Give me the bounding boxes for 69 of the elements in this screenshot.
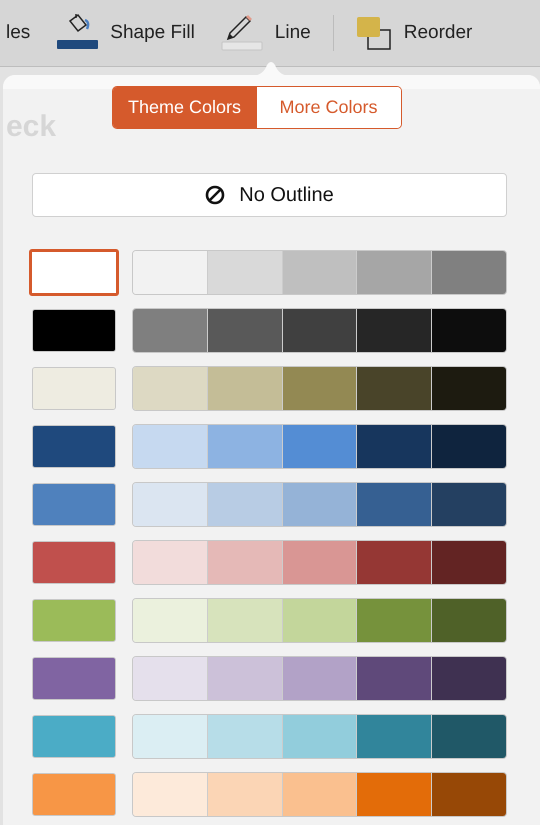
- color-swatch[interactable]: [133, 715, 207, 758]
- color-swatch[interactable]: [356, 657, 432, 700]
- color-swatch[interactable]: [282, 773, 356, 816]
- color-swatch[interactable]: [356, 483, 432, 526]
- color-swatch[interactable]: [282, 309, 356, 352]
- color-swatch[interactable]: [356, 541, 432, 584]
- color-swatch[interactable]: [431, 773, 506, 816]
- reorder-icon: [356, 16, 392, 50]
- color-swatch[interactable]: [431, 541, 506, 584]
- color-swatch[interactable]: [356, 425, 432, 468]
- color-swatch[interactable]: [356, 367, 432, 410]
- color-swatch[interactable]: [356, 773, 432, 816]
- color-swatch[interactable]: [356, 715, 432, 758]
- color-swatch[interactable]: [282, 715, 356, 758]
- color-swatch[interactable]: [431, 309, 506, 352]
- color-swatch[interactable]: [133, 773, 207, 816]
- color-swatch[interactable]: [32, 483, 116, 526]
- color-swatch[interactable]: [356, 309, 432, 352]
- pencil-icon: [220, 13, 263, 53]
- color-swatch[interactable]: [206, 483, 282, 526]
- color-swatch[interactable]: [206, 657, 282, 700]
- color-swatch[interactable]: [32, 773, 116, 816]
- color-swatch[interactable]: [356, 251, 432, 294]
- color-swatch[interactable]: [431, 657, 506, 700]
- color-swatch[interactable]: [32, 715, 116, 758]
- color-swatch[interactable]: [431, 715, 506, 758]
- line-button[interactable]: Line: [220, 13, 311, 53]
- color-swatch[interactable]: [282, 251, 356, 294]
- reorder-button[interactable]: Reorder: [356, 16, 472, 50]
- color-swatch[interactable]: [206, 309, 282, 352]
- color-swatch[interactable]: [32, 425, 116, 468]
- color-swatch[interactable]: [282, 657, 356, 700]
- color-swatch[interactable]: [206, 425, 282, 468]
- color-swatch[interactable]: [133, 309, 207, 352]
- color-swatch[interactable]: [431, 599, 506, 642]
- color-swatch[interactable]: [206, 715, 282, 758]
- color-swatch[interactable]: [356, 599, 432, 642]
- color-swatch[interactable]: [206, 541, 282, 584]
- color-swatch[interactable]: [282, 483, 356, 526]
- color-swatch[interactable]: [282, 541, 356, 584]
- no-outline-button[interactable]: No Outline: [32, 173, 507, 217]
- no-symbol-icon: [205, 185, 226, 205]
- color-swatch[interactable]: [133, 541, 207, 584]
- color-swatch[interactable]: [32, 657, 116, 700]
- color-swatch[interactable]: [133, 367, 207, 410]
- color-swatch[interactable]: [206, 599, 282, 642]
- color-swatch[interactable]: [32, 599, 116, 642]
- color-tab[interactable]: Theme Colors: [112, 87, 256, 128]
- shape-fill-button[interactable]: Shape Fill: [56, 13, 195, 53]
- toolbar-label[interactable]: les: [6, 22, 30, 44]
- color-swatch[interactable]: [32, 367, 116, 410]
- color-swatch[interactable]: [133, 483, 207, 526]
- color-swatch[interactable]: [206, 367, 282, 410]
- color-swatch[interactable]: [282, 367, 356, 410]
- color-swatch[interactable]: [282, 599, 356, 642]
- color-swatch[interactable]: [206, 251, 282, 294]
- color-swatch[interactable]: [29, 249, 119, 296]
- color-tab[interactable]: More Colors: [256, 87, 400, 128]
- color-swatch[interactable]: [133, 657, 207, 700]
- color-swatch[interactable]: [206, 773, 282, 816]
- color-swatch[interactable]: [282, 425, 356, 468]
- color-swatch[interactable]: [32, 309, 116, 352]
- color-swatch[interactable]: [431, 251, 506, 294]
- color-swatch[interactable]: [133, 425, 207, 468]
- color-swatch[interactable]: [32, 541, 116, 584]
- color-swatch[interactable]: [431, 367, 506, 410]
- color-swatch[interactable]: [431, 425, 506, 468]
- color-swatch[interactable]: [431, 483, 506, 526]
- color-swatch[interactable]: [133, 599, 207, 642]
